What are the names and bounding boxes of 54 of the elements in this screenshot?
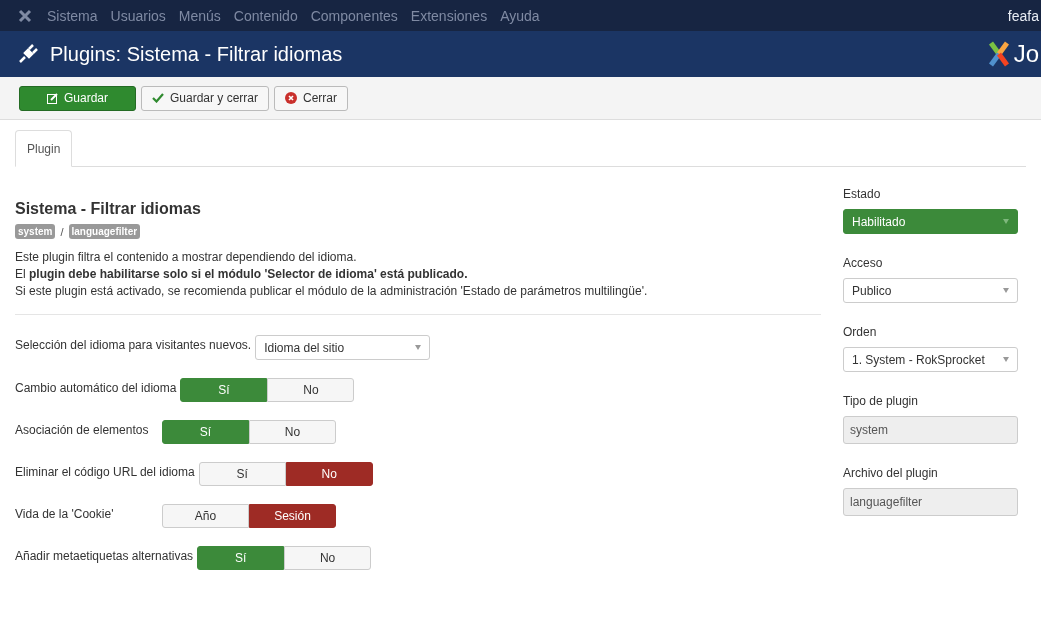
toggle-option[interactable]: No <box>284 546 372 570</box>
logo-icon <box>986 39 1011 69</box>
plug-icon <box>18 44 38 64</box>
select-field[interactable]: 1. System - RokSprocket <box>843 347 1018 372</box>
description-line: Si este plugin está activado, se recomienda publicar el módulo de la administración 'Estado de parámetros multilingüe'. <box>15 283 649 300</box>
field-label: Tipo de plugin <box>843 394 919 408</box>
select-field[interactable]: Habilitado <box>843 209 1018 234</box>
menu-item[interactable]: Usuarios <box>110 7 166 24</box>
user-menu[interactable]: feafa <box>1007 7 1039 24</box>
field-label: Estado <box>843 187 882 201</box>
tag-label: languagefilter <box>68 224 141 239</box>
description-line: El plugin debe habilitarse solo si el módulo 'Selector de idioma' está publicado. <box>15 266 469 283</box>
menu-item[interactable]: Menús <box>178 7 221 24</box>
toggle-option[interactable]: Sí <box>198 462 286 486</box>
setting-label: Asociación de elementos <box>15 422 150 437</box>
setting-label: Vida de la 'Cookie' <box>15 506 115 521</box>
toggle-option[interactable]: Año <box>162 504 249 528</box>
select-field[interactable]: Idioma del sitio <box>255 335 431 360</box>
readonly-field: system <box>843 416 1018 444</box>
menu-item[interactable]: Extensiones <box>410 7 488 24</box>
close-icon <box>285 92 298 104</box>
logo-text: Jo <box>1013 40 1039 68</box>
toggle-option[interactable]: Sesión <box>249 504 336 528</box>
field-label: Orden <box>843 325 878 339</box>
toggle-option[interactable]: No <box>249 420 336 444</box>
field-label: Archivo del plugin <box>843 466 939 480</box>
page-title: Plugins: Sistema - Filtrar idiomas <box>50 42 343 66</box>
readonly-field: languagefilter <box>843 488 1018 516</box>
tab[interactable]: Plugin <box>15 130 73 167</box>
edit-icon <box>47 92 58 104</box>
toggle-option[interactable]: Sí <box>180 378 268 402</box>
description-line: Este plugin filtra el contenido a mostrar dependiendo del idioma. <box>15 249 358 266</box>
setting-label: Cambio automático del idioma <box>15 380 177 395</box>
menu-item[interactable]: Contenido <box>233 7 298 24</box>
setting-label: Selección del idioma para visitantes nuevos. <box>15 337 252 352</box>
menu-item[interactable]: Componentes <box>310 7 398 24</box>
menu-item[interactable]: Sistema <box>47 7 98 24</box>
toggle-option[interactable]: Sí <box>162 420 249 444</box>
toolbar-button[interactable]: Guardar y cerrar <box>141 85 270 111</box>
toolbar-button[interactable]: Guardar <box>19 85 136 111</box>
check-icon <box>152 93 164 103</box>
setting-label: Añadir metaetiquetas alternativas <box>15 548 194 563</box>
tag-label: system <box>15 224 56 239</box>
toggle-option[interactable]: Sí <box>197 546 285 570</box>
toggle-option[interactable]: No <box>285 462 373 486</box>
field-label: Acceso <box>843 256 884 270</box>
menu-item[interactable]: Ayuda <box>500 7 540 24</box>
toggle-option[interactable]: No <box>267 378 355 402</box>
tag-separator: / <box>60 225 64 238</box>
select-field[interactable]: Publico <box>843 278 1018 303</box>
joomla-logo-icon[interactable] <box>18 8 32 23</box>
setting-label: Eliminar el código URL del idioma <box>15 464 195 479</box>
plugin-title: Sistema - Filtrar idiomas <box>15 200 202 218</box>
toolbar-button[interactable]: Cerrar <box>274 85 349 111</box>
